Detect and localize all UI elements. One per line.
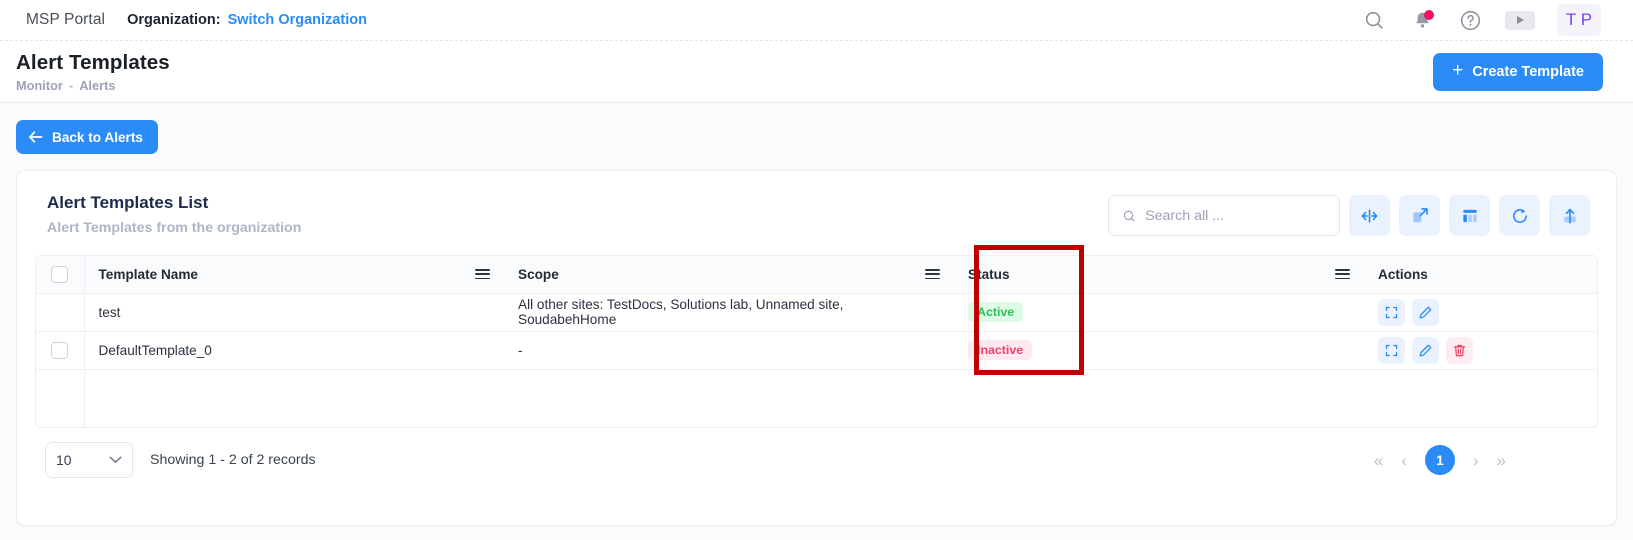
pagination-next[interactable]: › <box>1473 452 1479 469</box>
column-label-template-name: Template Name <box>99 267 198 282</box>
cell-actions <box>1364 331 1598 369</box>
pagination-page-1[interactable]: 1 <box>1425 445 1455 475</box>
column-label-scope: Scope <box>518 267 559 282</box>
expand-external-icon <box>1410 206 1430 226</box>
status-badge: Inactive <box>968 340 1032 360</box>
fit-columns-icon[interactable] <box>1349 195 1390 236</box>
card-subtitle: Alert Templates from the organization <box>47 220 301 236</box>
breadcrumb-item-alerts[interactable]: Alerts <box>79 78 115 93</box>
edit-icon[interactable] <box>1412 299 1439 326</box>
edit-icon[interactable] <box>1412 337 1439 364</box>
back-to-alerts-label: Back to Alerts <box>52 130 143 145</box>
column-header-actions: Actions <box>1364 256 1598 293</box>
back-to-alerts-button[interactable]: Back to Alerts <box>16 120 158 154</box>
row-checkbox[interactable] <box>51 342 68 359</box>
switch-organization-link[interactable]: Switch Organization <box>228 12 367 28</box>
breadcrumb-item-monitor[interactable]: Monitor <box>16 78 63 93</box>
app-root: MSP Portal Organization: Switch Organiza… <box>0 0 1633 540</box>
select-all-header <box>36 256 84 293</box>
pagination-first[interactable]: « <box>1374 452 1383 469</box>
brand-label: MSP Portal <box>26 11 105 29</box>
cell-scope: - <box>504 331 954 369</box>
table-header-row: Template Name Scope St <box>36 256 1598 293</box>
column-menu-icon-scope[interactable] <box>925 269 940 279</box>
delete-icon[interactable] <box>1446 337 1473 364</box>
cell-status: Active <box>954 293 1364 331</box>
upload-export-icon <box>1560 206 1580 226</box>
card-header: Alert Templates List Alert Templates fro… <box>17 171 1616 236</box>
card-toolbar <box>1108 195 1590 236</box>
expand-icon[interactable] <box>1378 299 1405 326</box>
back-bar: Back to Alerts <box>0 103 1633 170</box>
refresh-icon <box>1510 206 1530 226</box>
page-title: Alert Templates <box>16 51 170 75</box>
organization-selector: Organization: Switch Organization <box>127 12 367 28</box>
cell-actions <box>1364 293 1598 331</box>
column-label-status: Status <box>968 267 1010 282</box>
column-menu-icon-template-name[interactable] <box>475 269 490 279</box>
table-footer: 10 Showing 1 - 2 of 2 records « ‹ 1 › » <box>17 428 1616 478</box>
video-play-icon[interactable] <box>1505 11 1535 30</box>
avatar[interactable]: T P <box>1557 4 1601 36</box>
page-size-select[interactable]: 10 <box>45 442 133 478</box>
refresh-icon[interactable] <box>1499 195 1540 236</box>
help-circle-icon[interactable] <box>1457 7 1483 33</box>
records-count-label: Showing 1 - 2 of 2 records <box>150 452 316 468</box>
create-template-button[interactable]: + Create Template <box>1433 53 1603 91</box>
column-chooser-icon[interactable] <box>1449 195 1490 236</box>
column-header-scope: Scope <box>504 256 954 293</box>
alert-templates-table-wrapper: Template Name Scope St <box>35 255 1598 428</box>
top-bar-left: MSP Portal Organization: Switch Organiza… <box>0 11 367 29</box>
search-icon[interactable] <box>1361 7 1387 33</box>
select-all-checkbox[interactable] <box>51 266 68 283</box>
plus-icon: + <box>1452 61 1463 80</box>
table-header: Template Name Scope St <box>36 256 1598 293</box>
pagination: « ‹ 1 › » <box>1374 445 1592 475</box>
expand-external-icon[interactable] <box>1399 195 1440 236</box>
notification-badge-dot <box>1424 10 1434 20</box>
arrow-left-icon <box>28 130 44 144</box>
notification-bell-icon[interactable] <box>1409 7 1435 33</box>
cell-status: Inactive <box>954 331 1364 369</box>
row-select-cell <box>36 293 84 331</box>
alert-templates-card: Alert Templates List Alert Templates fro… <box>16 170 1617 526</box>
status-badge: Active <box>968 302 1023 322</box>
breadcrumb: Monitor - Alerts <box>16 78 170 93</box>
cell-scope: All other sites: TestDocs, Solutions lab… <box>504 293 954 331</box>
search-box[interactable] <box>1108 195 1340 236</box>
table-empty-space <box>36 369 1598 427</box>
top-bar-right: T P <box>1361 4 1617 36</box>
table-row[interactable]: test All other sites: TestDocs, Solution… <box>36 293 1598 331</box>
cell-template-name: DefaultTemplate_0 <box>84 331 504 369</box>
pagination-last[interactable]: » <box>1497 452 1506 469</box>
cell-template-name: test <box>84 293 504 331</box>
card-header-text: Alert Templates List Alert Templates fro… <box>47 193 301 236</box>
organization-label: Organization: <box>127 12 220 28</box>
column-chooser-icon <box>1460 206 1480 226</box>
pagination-prev[interactable]: ‹ <box>1401 452 1407 469</box>
breadcrumb-separator: - <box>69 78 73 93</box>
top-bar: MSP Portal Organization: Switch Organiza… <box>0 0 1633 41</box>
page-header-text: Alert Templates Monitor - Alerts <box>16 51 170 93</box>
alert-templates-table: Template Name Scope St <box>36 256 1598 427</box>
column-menu-icon-status[interactable] <box>1335 269 1350 279</box>
search-icon <box>1122 208 1136 224</box>
search-input[interactable] <box>1145 208 1326 224</box>
column-label-actions: Actions <box>1378 267 1428 282</box>
page-header: Alert Templates Monitor - Alerts + Creat… <box>0 41 1633 103</box>
column-header-template-name: Template Name <box>84 256 504 293</box>
upload-export-icon[interactable] <box>1549 195 1590 236</box>
card-title: Alert Templates List <box>47 193 301 213</box>
table-row[interactable]: DefaultTemplate_0 - Inactive <box>36 331 1598 369</box>
page-size-selector[interactable]: 10 <box>45 442 133 478</box>
expand-icon[interactable] <box>1378 337 1405 364</box>
table-body: test All other sites: TestDocs, Solution… <box>36 293 1598 427</box>
column-header-status: Status <box>954 256 1364 293</box>
row-select-cell <box>36 331 84 369</box>
create-template-label: Create Template <box>1472 64 1584 80</box>
